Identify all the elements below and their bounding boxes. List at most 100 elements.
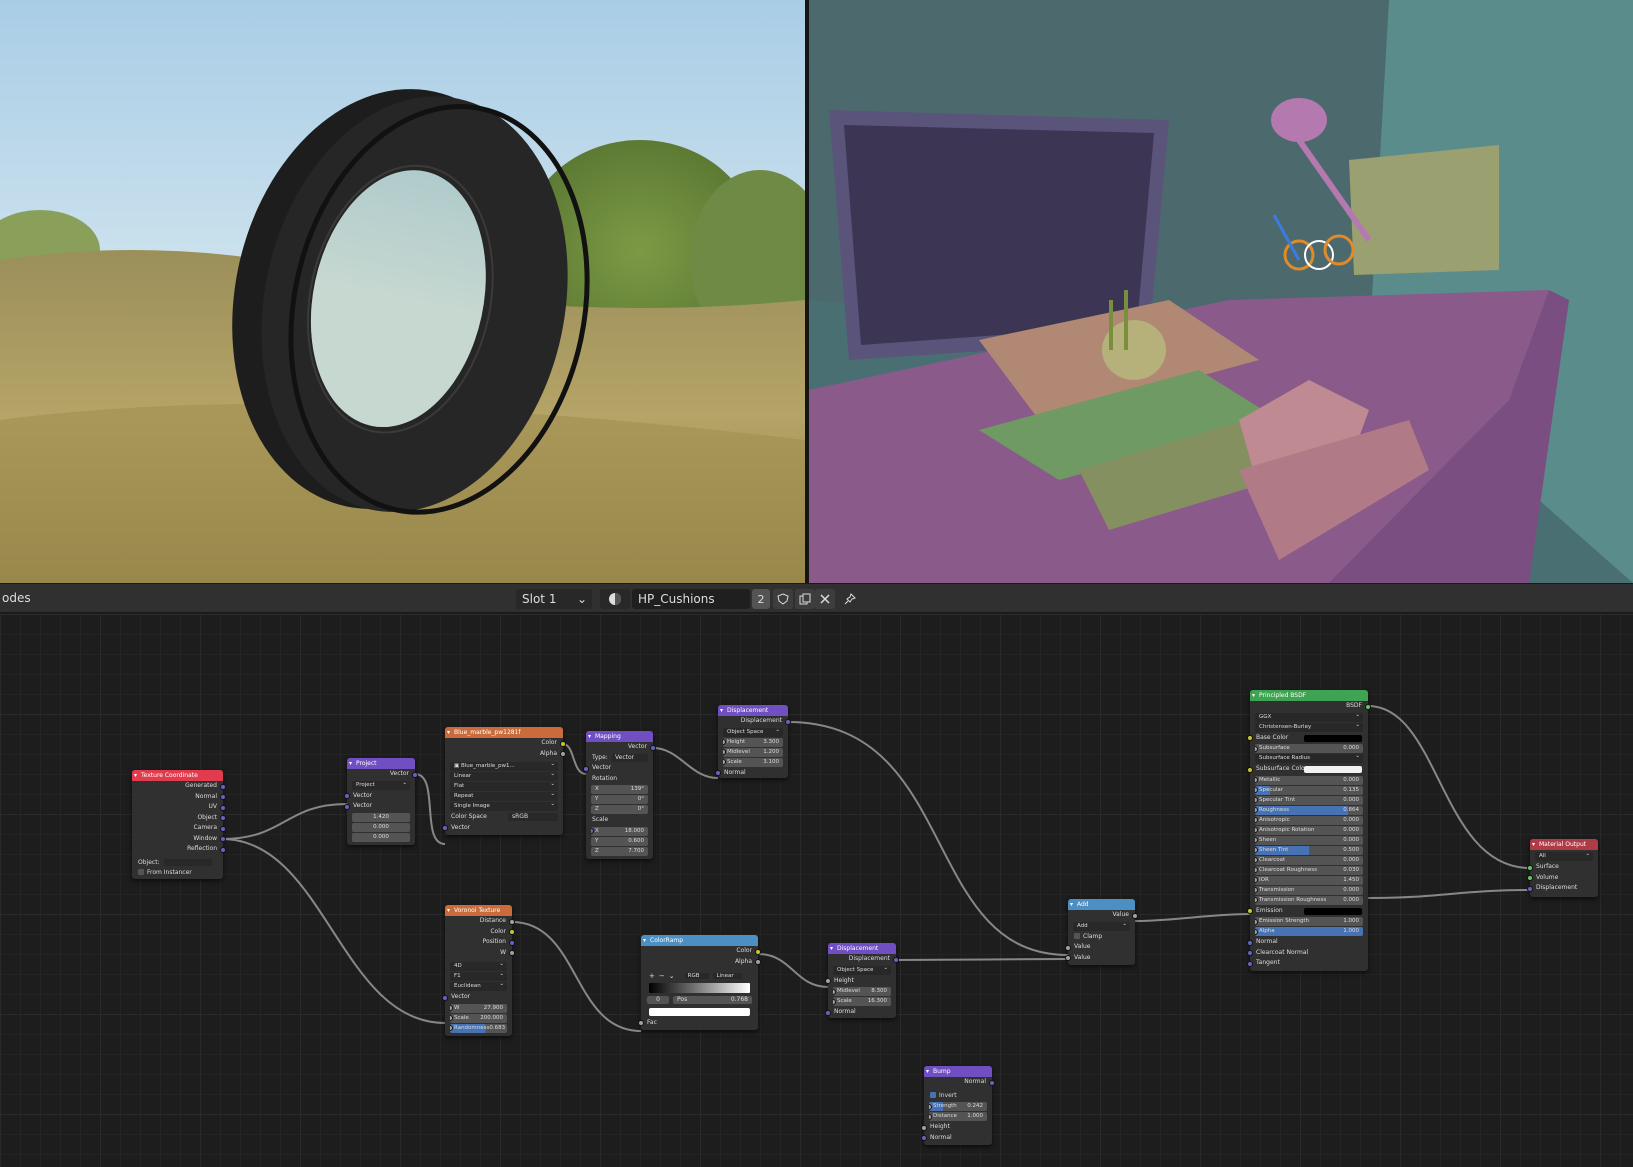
node-header[interactable]: Material Output	[1530, 839, 1598, 850]
socket-dot[interactable]	[1527, 885, 1533, 892]
emission-color-swatch[interactable]	[1304, 907, 1362, 915]
socket-dot[interactable]	[723, 739, 726, 745]
node-principled-bsdf[interactable]: Principled BSDF BSDF GGX Christensen-Bur…	[1247, 690, 1371, 971]
node-project[interactable]: Project Vector Project Vector Vector 1.4…	[344, 758, 418, 845]
socket-dot[interactable]	[1255, 807, 1258, 813]
socket-dot[interactable]	[1255, 827, 1258, 833]
socket-normal-in[interactable]: Normal	[1247, 937, 1368, 948]
stop-index-field[interactable]: 0	[647, 996, 669, 1004]
node-header[interactable]: Project	[347, 758, 415, 769]
metallic-field[interactable]: Metallic 0.000	[1255, 775, 1363, 785]
scale-field[interactable]: Scale 3.100	[723, 757, 783, 767]
alpha-field[interactable]: Alpha 1.000	[1255, 927, 1363, 936]
socket-dot[interactable]	[509, 929, 515, 935]
rotation-y-field[interactable]: Y 0°	[591, 795, 648, 804]
socket-dot[interactable]	[929, 1103, 932, 1110]
w-field[interactable]: W 27.900	[450, 1003, 507, 1013]
socket-dot[interactable]	[220, 825, 226, 832]
node-header[interactable]: Displacement	[718, 705, 788, 716]
socket-dot[interactable]	[442, 825, 448, 831]
socket-value-in-2[interactable]: Value	[1065, 953, 1135, 964]
socket-dot[interactable]	[1255, 745, 1258, 752]
socket-camera[interactable]: Camera	[132, 823, 226, 834]
emission-strength-field[interactable]: Emission Strength 1.000	[1255, 917, 1363, 926]
socket-height-in[interactable]: Height	[825, 976, 896, 987]
subsurface-field[interactable]: Subsurface 0.000	[1255, 744, 1363, 753]
node-texture-coordinate[interactable]: Texture Coordinate Generated Normal UV O…	[132, 770, 226, 879]
subsurface-color-swatch[interactable]	[1304, 766, 1362, 773]
socket-vector-in-2[interactable]: Vector	[344, 801, 415, 812]
socket-dot[interactable]	[723, 749, 726, 755]
solid-viewport[interactable]	[809, 0, 1633, 583]
node-colorramp[interactable]: ColorRamp Color Alpha + − ⌄ RGB Linear 0…	[638, 935, 761, 1030]
socket-dot[interactable]	[220, 804, 226, 811]
socket-vector-in[interactable]: Vector	[583, 763, 653, 774]
socket-dot[interactable]	[442, 994, 448, 1001]
socket-dot[interactable]	[591, 828, 594, 834]
clamp-checkbox[interactable]: Clamp	[1068, 932, 1135, 943]
socket-dot[interactable]	[785, 718, 791, 725]
socket-dot[interactable]	[825, 1009, 831, 1016]
socket-dot[interactable]	[1527, 875, 1533, 881]
anisotropic-field[interactable]: Anisotropic 0.000	[1255, 815, 1363, 825]
socket-fac-in[interactable]: Fac	[638, 1018, 758, 1029]
interpolation-dropdown[interactable]: Linear	[713, 973, 742, 979]
socket-dot[interactable]	[1247, 960, 1253, 967]
socket-vector-out[interactable]: Vector	[347, 769, 418, 780]
rotation-x-field[interactable]: X 139°	[591, 785, 648, 794]
socket-vector-out[interactable]: Vector	[586, 742, 656, 753]
socket-dot[interactable]	[1255, 847, 1258, 853]
node-bump[interactable]: Bump Normal Invert Strength 0.242 Distanc…	[921, 1066, 995, 1145]
socket-dot[interactable]	[412, 771, 418, 778]
socket-dot[interactable]	[825, 978, 831, 984]
midlevel-field[interactable]: Midlevel 1.200	[723, 747, 783, 757]
scale-field[interactable]: Scale 200.000	[450, 1013, 507, 1023]
node-displacement-2[interactable]: Displacement Displacement Object Space H…	[825, 943, 899, 1018]
base-color-input[interactable]: Base Color	[1247, 733, 1368, 744]
material-browse-button[interactable]	[600, 589, 630, 609]
slot-dropdown[interactable]: Slot 1 ⌄	[516, 589, 592, 609]
fake-user-button[interactable]	[773, 589, 793, 609]
node-header[interactable]: Blue_marble_pw1281f	[445, 727, 563, 738]
link-uv-project[interactable]	[221, 803, 348, 840]
socket-generated[interactable]: Generated	[132, 781, 226, 792]
socket-dot[interactable]	[1247, 908, 1253, 914]
render-viewport[interactable]	[0, 0, 805, 583]
scale-z-field[interactable]: Z 7.700	[591, 846, 648, 856]
socket-dot[interactable]	[1255, 777, 1258, 783]
material-name-field[interactable]: HP_Cushions	[632, 589, 750, 609]
link-bsdf-output[interactable]	[1367, 705, 1531, 869]
link-mapping-disp1[interactable]	[652, 747, 719, 779]
link-uv-voronoi[interactable]	[221, 838, 446, 1024]
socket-dot[interactable]	[220, 836, 226, 842]
socket-dot[interactable]	[1247, 735, 1253, 741]
stop-color-swatch[interactable]	[649, 1007, 750, 1016]
space-dropdown[interactable]: Object Space	[723, 727, 783, 737]
user-count-button[interactable]: 2	[752, 589, 770, 609]
dimensions-dropdown[interactable]: 4D	[450, 962, 507, 971]
socket-dot[interactable]	[989, 1079, 995, 1086]
socket-dot[interactable]	[921, 1135, 927, 1141]
socket-position-out[interactable]: Position	[445, 937, 515, 948]
socket-dot[interactable]	[1255, 797, 1258, 803]
socket-dot[interactable]	[1255, 877, 1258, 883]
invert-checkbox[interactable]: Invert	[924, 1091, 992, 1102]
socket-vector-in-1[interactable]: Vector	[344, 791, 415, 802]
socket-normal-in[interactable]: Normal	[921, 1133, 992, 1144]
stop-position-field[interactable]: Pos 0.768	[673, 996, 752, 1004]
roughness-field[interactable]: Roughness 0.864	[1255, 805, 1363, 815]
midlevel-field[interactable]: Midlevel 8.300	[833, 987, 891, 996]
socket-color-out[interactable]: Color	[445, 738, 566, 749]
interpolation-dropdown[interactable]: Linear	[450, 772, 558, 781]
node-header[interactable]: Voronoi Texture	[445, 905, 512, 916]
socket-dot[interactable]	[1527, 864, 1533, 871]
value-field[interactable]: 0.000	[352, 822, 410, 832]
socket-normal-out[interactable]: Normal	[924, 1077, 995, 1088]
socket-object[interactable]: Object	[132, 813, 226, 824]
socket-vector-in[interactable]: Vector	[442, 992, 512, 1003]
socket-dot[interactable]	[560, 751, 566, 757]
socket-alpha-out[interactable]: Alpha	[641, 957, 761, 968]
socket-surface-in[interactable]: Surface	[1527, 862, 1598, 873]
socket-dot[interactable]	[450, 1025, 453, 1031]
color-mode-dropdown[interactable]: RGB	[684, 973, 710, 979]
